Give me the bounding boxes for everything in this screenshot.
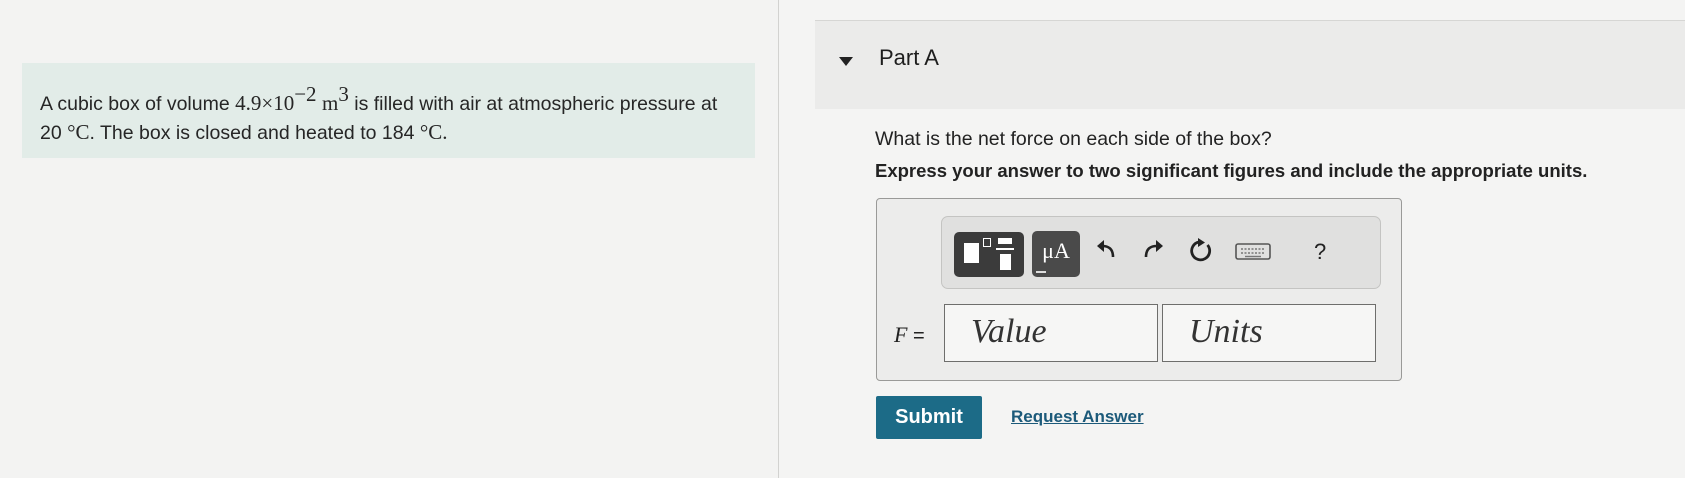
help-icon[interactable]: ?	[1314, 239, 1326, 265]
keyboard-icon[interactable]	[1234, 234, 1272, 266]
redo-icon[interactable]	[1138, 234, 1168, 266]
instruction-text: Express your answer to two significant f…	[875, 160, 1588, 181]
volume-unit-exponent: 3	[338, 82, 349, 106]
volume-unit: m	[321, 91, 339, 115]
reset-icon[interactable]	[1185, 234, 1215, 266]
value-input[interactable]: Value	[944, 304, 1158, 362]
final-temperature-unit: °C	[419, 120, 443, 144]
problem-end-text: .	[442, 120, 448, 144]
collapse-caret-icon[interactable]	[839, 57, 853, 66]
undo-icon[interactable]	[1092, 234, 1122, 266]
problem-intro-text: A cubic box of volume	[40, 93, 236, 115]
part-title: Part A	[879, 45, 939, 70]
submit-button[interactable]: Submit	[876, 396, 982, 439]
problem-mid2-text: . The box is closed and heated to	[89, 122, 382, 144]
volume-exponent: −2	[294, 82, 317, 106]
units-icon[interactable]: μA	[1032, 231, 1080, 277]
math-toolbar: μA ?	[941, 216, 1381, 289]
problem-pane: A cubic box of volume 4.9×10−2 m3 is fil…	[0, 0, 778, 478]
final-temperature: 184	[381, 122, 415, 144]
initial-temperature-unit: °C	[67, 120, 90, 144]
problem-statement: A cubic box of volume 4.9×10−2 m3 is fil…	[22, 63, 755, 158]
equals-sign: =	[907, 325, 925, 347]
templates-icon[interactable]	[954, 232, 1024, 277]
units-input[interactable]: Units	[1162, 304, 1376, 362]
answer-variable: F	[894, 322, 908, 347]
question-text: What is the net force on each side of th…	[875, 128, 1272, 150]
problem-mid-text: is filled with air at atmospheric pressu…	[348, 93, 718, 115]
answer-variable-label: F =	[894, 322, 925, 348]
initial-temperature: 20	[40, 122, 62, 144]
part-a-header[interactable]: Part A	[815, 20, 1685, 109]
volume-mantissa: 4.9×10	[235, 91, 295, 115]
request-answer-link[interactable]: Request Answer	[1011, 407, 1144, 427]
